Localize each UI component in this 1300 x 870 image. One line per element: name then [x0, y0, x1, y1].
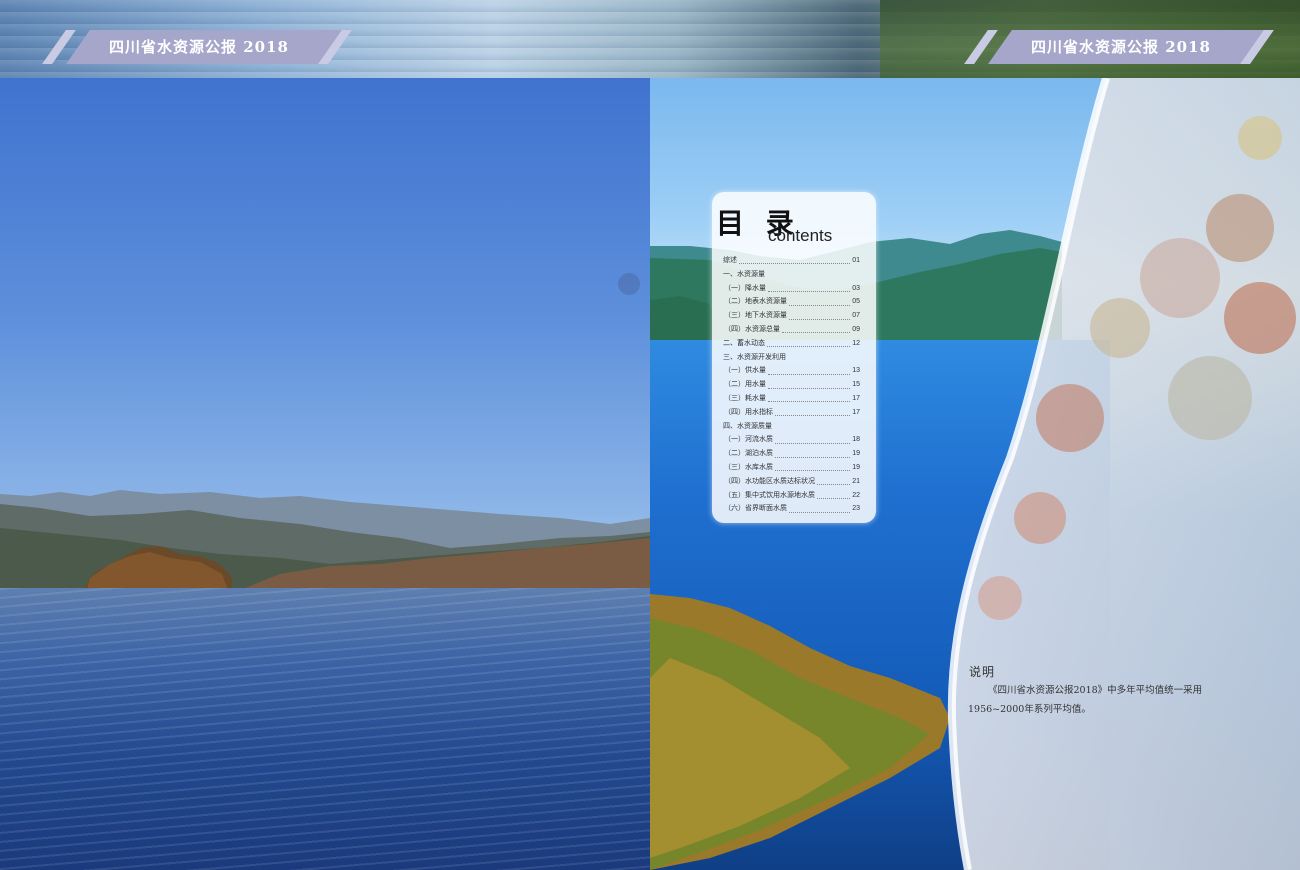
lake-waves [0, 588, 650, 870]
header-band: 四川省水资源公报 2018 四川省水资源公报 2018 [0, 0, 1300, 78]
header-title-left: 四川省水资源公报 2018 [109, 38, 289, 56]
note-heading: 说明 [969, 665, 996, 679]
header-ribbon-left: 四川省水资源公报 2018 [34, 30, 354, 64]
toc-item[interactable]: （三）水库水质 19 [723, 461, 860, 475]
toc-item[interactable]: 综述 01 [723, 254, 860, 268]
toc-item[interactable]: （三）耗水量 17 [723, 392, 860, 406]
toc-section[interactable]: 一、水资源量 [723, 268, 860, 282]
header-ribbon-right: 四川省水资源公报 2018 [956, 30, 1276, 64]
toc-item[interactable]: 二、蓄水动态 12 [723, 337, 860, 351]
toc-item[interactable]: （五）集中式饮用水源地水质 22 [723, 489, 860, 503]
toc-item[interactable]: （一）降水量 03 [723, 282, 860, 296]
contents-card: 目 录 contents 综述 01 一、水资源量 （一）降水量 03 （二）地表水… [712, 192, 876, 523]
toc-item[interactable]: （四）用水指标 17 [723, 406, 860, 420]
toc-item[interactable]: （一）河流水质 18 [723, 433, 860, 447]
left-lake-photo [0, 78, 650, 870]
toc-item[interactable]: （一）供水量 13 [723, 364, 860, 378]
toc-section[interactable]: 四、水资源质量 [723, 420, 860, 434]
toc-item[interactable]: （二）用水量 15 [723, 378, 860, 392]
note-body: 《四川省水资源公报2018》中多年平均值统一采用1956~2000年系列平均值。 [968, 685, 1203, 715]
toc-item[interactable]: （四）水功能区水质达标状况 21 [723, 475, 860, 489]
toc-item[interactable]: （二）湖泊水质 19 [723, 447, 860, 461]
toc-item[interactable]: （四）水资源总量 09 [723, 323, 860, 337]
toc-section[interactable]: 三、水资源开发利用 [723, 351, 860, 365]
contents-subtitle: contents [768, 226, 833, 245]
header-title-right: 四川省水资源公报 2018 [1031, 38, 1211, 56]
toc-item[interactable]: （三）地下水资源量 07 [723, 309, 860, 323]
toc-item[interactable]: （二）地表水资源量 05 [723, 295, 860, 309]
contents-list: 综述 01 一、水资源量 （一）降水量 03 （二）地表水资源量 05 （三）地下水资… [723, 254, 860, 516]
toc-item[interactable]: （六）省界断面水质 23 [723, 502, 860, 516]
